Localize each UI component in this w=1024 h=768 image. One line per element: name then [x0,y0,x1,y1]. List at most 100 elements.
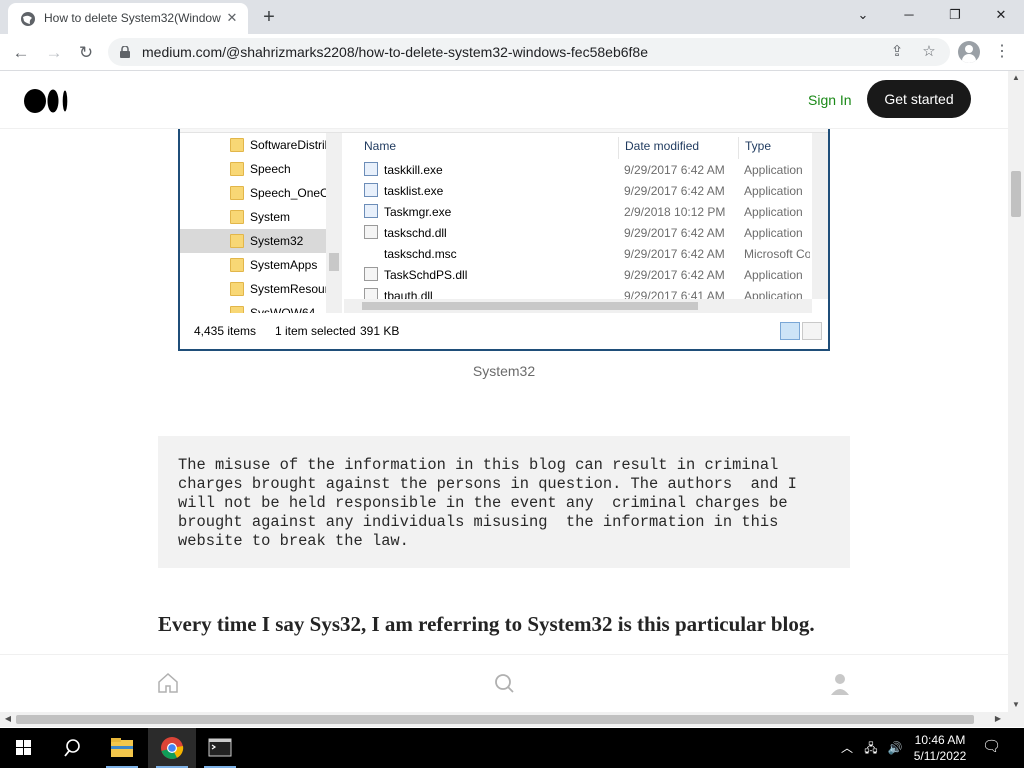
file-list-vscrollbar [812,133,828,299]
nav-item-selected: System32 [180,229,326,253]
scroll-up-arrow-icon[interactable]: ▲ [1008,71,1024,85]
scrollbar-corner [1008,712,1024,727]
chrome-menu-icon[interactable]: ⋮ [992,40,1012,64]
file-name: TaskSchdPS.dll [384,268,468,282]
column-header-date: Date modified [625,139,700,153]
column-header-type: Type [745,139,772,153]
page-vertical-scrollbar[interactable]: ▲ ▼ [1008,71,1024,712]
nav-scrollbar [326,133,342,313]
page-horizontal-scrollbar[interactable]: ◀ ▶ [0,712,1008,727]
network-icon[interactable]: 🖧 [862,739,880,757]
bookmark-star-icon[interactable]: ☆ [919,42,939,62]
globe-icon [21,12,35,26]
address-bar[interactable]: medium.com/@shahrizmarks2208/how-to-dele… [108,38,950,66]
explorer-file-list: Name Date modified Type taskkill.exe 9/2… [344,133,828,313]
scroll-left-arrow-icon[interactable]: ◀ [0,712,16,726]
folder-icon [230,186,244,200]
file-date: 9/29/2017 6:42 AM [624,247,725,261]
chrome-icon [161,737,184,759]
lock-icon [120,46,130,58]
nav-item-label: SystemApps [250,258,318,272]
search-icon [64,739,80,757]
clock-date: 5/11/2022 [913,749,967,763]
close-window-button[interactable]: ✕ [978,0,1024,30]
file-date: 9/29/2017 6:42 AM [624,184,725,198]
nav-item: SoftwareDistrib [180,133,326,157]
image-caption: System32 [472,363,536,379]
medium-bottom-nav [0,654,1008,712]
nav-item: SystemApps [180,253,326,277]
file-type: Application [744,184,803,198]
show-hidden-icons-icon[interactable]: ︿ [838,739,856,757]
share-icon[interactable]: ⇪ [887,42,907,62]
folder-icon [230,162,244,176]
disclaimer-text: The misuse of the information in this bl… [178,456,797,550]
reload-button[interactable]: ↻ [73,40,99,66]
nav-item-label: SystemResour [250,282,326,296]
close-tab-icon[interactable]: ✕ [224,10,240,26]
file-row: Taskmgr.exe 2/9/2018 10:12 PM Applicatio… [344,201,814,222]
cmd-taskbar-button[interactable] [196,728,244,768]
page-hscroll-thumb[interactable] [16,715,974,724]
command-prompt-icon [208,738,232,757]
url-text: medium.com/@shahrizmarks2208/how-to-dele… [142,44,648,60]
scroll-down-arrow-icon[interactable]: ▼ [1008,698,1024,712]
column-divider [618,137,619,159]
nav-item-label: System32 [250,234,304,248]
search-icon[interactable] [492,671,516,695]
file-name: tasklist.exe [384,184,444,198]
scroll-right-arrow-icon[interactable]: ▶ [990,712,1006,726]
file-row: taskschd.dll 9/29/2017 6:42 AM Applicati… [344,222,814,243]
clock-time: 10:46 AM [914,733,966,747]
file-name: taskkill.exe [384,163,443,177]
large-icons-view-icon [802,322,822,340]
medium-header: Sign In Get started [0,71,1008,129]
profile-icon[interactable] [828,671,852,695]
file-type: Application [744,163,803,177]
notifications-icon[interactable]: 🗨 [982,738,1001,756]
minimize-button[interactable]: ─ [886,0,932,30]
medium-logo-icon[interactable] [24,88,70,114]
dll-icon [364,225,378,239]
status-size: 391 KB [360,324,400,338]
volume-icon[interactable]: 🔊 [886,739,904,757]
taskbar-clock[interactable]: 10:46 AM 5/11/2022 [905,732,975,764]
chrome-taskbar-button[interactable] [148,728,196,768]
home-icon[interactable] [156,671,180,695]
file-row: tasklist.exe 9/29/2017 6:42 AM Applicati… [344,180,814,201]
tab-search-button[interactable]: ⌄ [840,0,886,30]
browser-tab[interactable]: How to delete System32(Window ✕ [8,3,248,34]
back-button[interactable]: ← [8,40,34,66]
folder-icon [230,210,244,224]
file-date: 9/29/2017 6:42 AM [624,163,725,177]
nav-item: Speech [180,157,326,181]
status-item-count: 4,435 items [194,324,257,338]
forward-button[interactable]: → [41,40,67,66]
screen: How to delete System32(Window ✕ + ⌄ ─ ❐ … [0,0,1024,768]
profile-avatar-icon[interactable] [958,41,980,63]
folder-icon [230,234,244,248]
details-view-icon [780,322,800,340]
sign-in-link[interactable]: Sign In [808,92,852,108]
file-list-hscrollbar [344,299,812,313]
nav-item-label: Speech [250,162,291,176]
page-scroll-thumb[interactable] [1011,171,1021,217]
start-button[interactable] [0,728,48,768]
file-explorer-taskbar-button[interactable] [98,728,146,768]
file-type: Application [744,205,803,219]
file-date: 9/29/2017 6:42 AM [624,226,725,240]
restore-button[interactable]: ❐ [932,0,978,30]
new-tab-button[interactable]: + [258,6,280,28]
browser-toolbar: ← → ↻ medium.com/@shahrizmarks2208/how-t… [0,34,1024,71]
file-name: taskschd.msc [384,247,457,261]
windows-logo-icon [16,740,31,755]
file-explorer-icon [111,738,133,757]
taskbar-search-button[interactable] [48,728,96,768]
nav-scroll-thumb [329,253,339,271]
nav-item-label: System [250,210,291,224]
browser-tab-strip: How to delete System32(Window ✕ + ⌄ ─ ❐ … [0,0,1024,34]
file-type: Application [744,268,803,282]
task-manager-icon [364,204,378,218]
get-started-button[interactable]: Get started [867,80,971,118]
windows-taskbar: ︿ 🖧 🔊 10:46 AM 5/11/2022 🗨 [0,728,1024,768]
